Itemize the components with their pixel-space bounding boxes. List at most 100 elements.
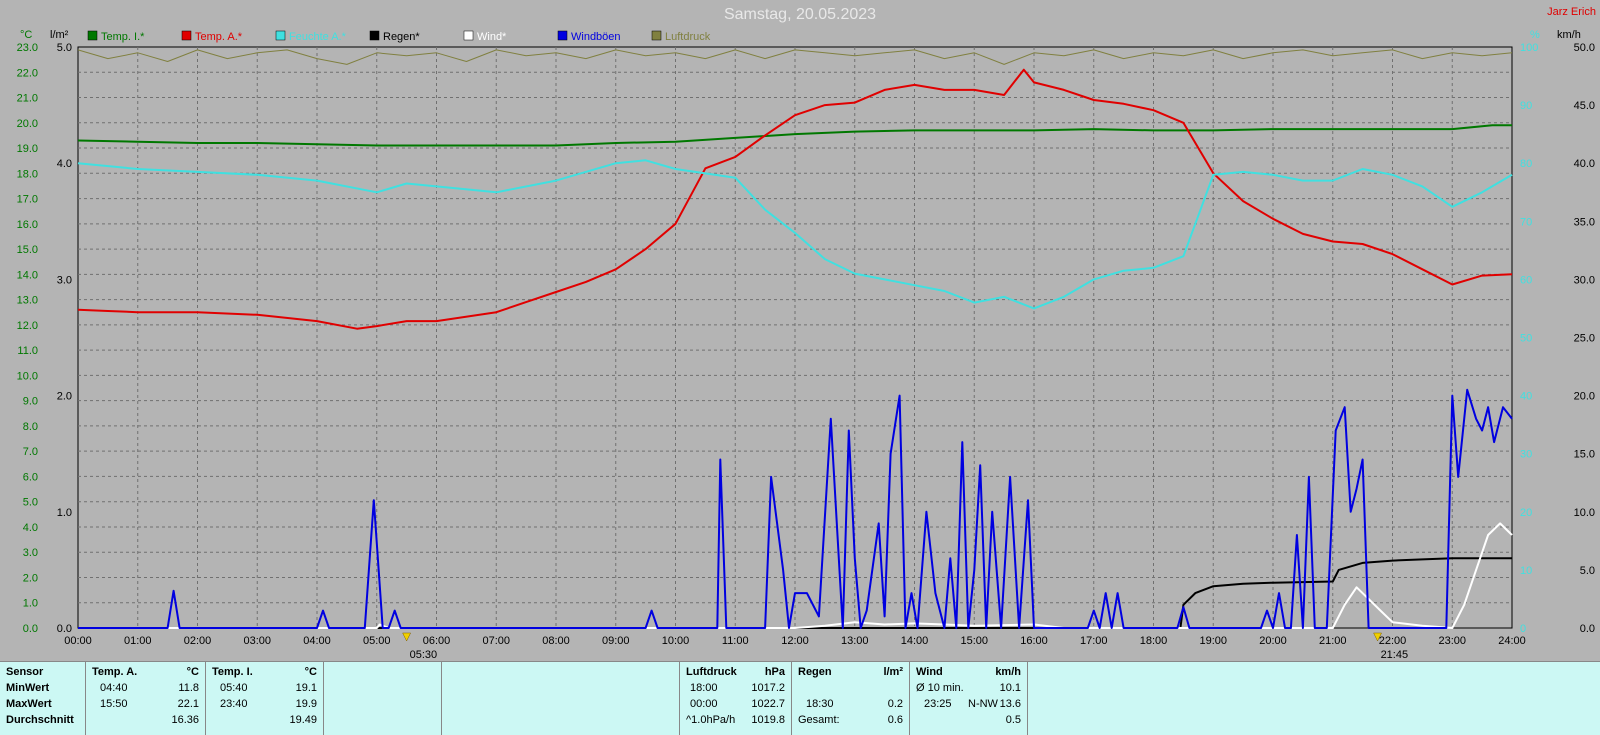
pressure-unit: hPa bbox=[764, 666, 785, 678]
legend-label-4: Wind* bbox=[477, 31, 507, 43]
temp-a-min-value: 11.8 bbox=[178, 682, 199, 694]
x-tick-label: 17:00 bbox=[1080, 635, 1108, 647]
temp-a-average: 16.36 bbox=[171, 714, 199, 726]
weather-chart: 00:00 01:00 02:00 03:00 04:00 05:00 06:00 07:00… bbox=[17, 29, 1595, 661]
x-tick-label: 21:00 bbox=[1319, 635, 1347, 647]
temp-tick-label: 9.0 bbox=[23, 396, 38, 408]
stats-col-pressure: Luftdruck hPa 18:00 1017.2 00:00 1022.7 ^1.… bbox=[680, 662, 792, 735]
temp-tick-label: 12.0 bbox=[17, 320, 38, 332]
rain-tick-label: 4.0 bbox=[57, 158, 72, 170]
pressure-average: 1019.8 bbox=[751, 714, 785, 726]
rain-tick-label: 2.0 bbox=[57, 391, 72, 403]
stats-col-sensor: Sensor MinWert MaxWert Durchschnitt bbox=[0, 662, 86, 735]
x-tick-label: 20:00 bbox=[1259, 635, 1287, 647]
temp-tick-label: 11.0 bbox=[17, 345, 38, 357]
minwert-label: MinWert bbox=[6, 682, 50, 694]
legend-swatch-0 bbox=[87, 30, 98, 41]
x-tick-label: 09:00 bbox=[602, 635, 630, 647]
humidity-tick-label: 100 bbox=[1520, 42, 1538, 54]
pressure-min-value: 1017.2 bbox=[751, 682, 785, 694]
temp-tick-label: 4.0 bbox=[23, 522, 38, 534]
humidity-tick-label: 10 bbox=[1520, 565, 1532, 577]
legend-label-0: Temp. I.* bbox=[101, 31, 145, 43]
wind-tick-label: 30.0 bbox=[1574, 274, 1595, 286]
stats-col-empty-1 bbox=[324, 662, 442, 735]
x-tick-label: 05:00 bbox=[363, 635, 391, 647]
temp-tick-label: 2.0 bbox=[23, 572, 38, 584]
x-tick-label: 04:00 bbox=[303, 635, 331, 647]
temp-tick-label: 7.0 bbox=[23, 446, 38, 458]
legend-swatch-1 bbox=[181, 30, 192, 41]
x-tick-label: 15:00 bbox=[960, 635, 988, 647]
rain-tick-label: 3.0 bbox=[57, 274, 72, 286]
temp-i-max-value: 19.9 bbox=[295, 698, 317, 710]
legend-swatch-3 bbox=[369, 30, 380, 41]
legend-label-1: Temp. A.* bbox=[195, 31, 243, 43]
wind-avg-label: Ø 10 min. bbox=[916, 682, 964, 694]
rain-tick-label: 5.0 bbox=[57, 42, 72, 54]
sunset-label: 21:45 bbox=[1381, 649, 1409, 661]
temp-tick-label: 1.0 bbox=[23, 598, 38, 610]
wind-header: Wind bbox=[916, 666, 943, 678]
temp-a-header: Temp. A. bbox=[92, 666, 138, 678]
maxwert-label: MaxWert bbox=[6, 698, 52, 710]
temp-tick-label: 5.0 bbox=[23, 497, 38, 509]
x-tick-label: 10:00 bbox=[662, 635, 690, 647]
legend-swatch-4 bbox=[463, 30, 474, 41]
rain-unit-label: l/m² bbox=[50, 29, 69, 41]
wind-tick-label: 20.0 bbox=[1574, 391, 1595, 403]
temp-i-header: Temp. I. bbox=[212, 666, 253, 678]
humidity-tick-label: 60 bbox=[1520, 274, 1532, 286]
legend-label-6: Luftdruck bbox=[665, 31, 711, 43]
wind-max-time: 23:25 bbox=[924, 698, 952, 710]
rain-tick-label: 1.0 bbox=[57, 507, 72, 519]
pressure-min-time: 18:00 bbox=[690, 682, 718, 694]
x-tick-label: 01:00 bbox=[124, 635, 152, 647]
stats-col-wind: Wind km/h Ø 10 min. 10.1 23:25 N-NW 13.6 0.5 bbox=[910, 662, 1028, 735]
stats-col-temp-i: Temp. I. °C 05:40 19.1 23:40 19.9 19.49 bbox=[206, 662, 324, 735]
pressure-trend: ^1.0hPa/h bbox=[686, 714, 736, 726]
stats-col-empty-2 bbox=[442, 662, 680, 735]
legend-swatch-6 bbox=[651, 30, 662, 41]
wind-tick-label: 0.0 bbox=[1580, 623, 1595, 635]
x-tick-label: 13:00 bbox=[841, 635, 869, 647]
temp-tick-label: 23.0 bbox=[17, 42, 38, 54]
humidity-unit-label: % bbox=[1530, 29, 1540, 41]
rain-max-time: 18:30 bbox=[806, 698, 834, 710]
legend-label-5: Windböen bbox=[571, 31, 621, 43]
humidity-tick-label: 50 bbox=[1520, 333, 1532, 345]
wind-tick-label: 15.0 bbox=[1574, 449, 1595, 461]
stats-table: Sensor MinWert MaxWert Durchschnitt Temp… bbox=[0, 661, 1600, 735]
rain-tick-label: 0.0 bbox=[57, 623, 72, 635]
humidity-tick-label: 90 bbox=[1520, 100, 1532, 112]
x-tick-label: 18:00 bbox=[1140, 635, 1168, 647]
wind-tick-label: 25.0 bbox=[1574, 333, 1595, 345]
temp-a-max-value: 22.1 bbox=[177, 698, 199, 710]
temp-tick-label: 16.0 bbox=[17, 219, 38, 231]
x-tick-label: 11:00 bbox=[722, 635, 749, 647]
temp-tick-label: 19.0 bbox=[17, 143, 38, 155]
rain-total-value: 0.6 bbox=[887, 714, 903, 726]
temp-tick-label: 15.0 bbox=[17, 244, 38, 256]
temp-tick-label: 20.0 bbox=[17, 118, 38, 130]
wind-tick-label: 35.0 bbox=[1574, 216, 1595, 228]
x-tick-label: 07:00 bbox=[482, 635, 510, 647]
wind-unit: km/h bbox=[995, 666, 1021, 678]
wind-tick-label: 40.0 bbox=[1574, 158, 1595, 170]
durchschnitt-label: Durchschnitt bbox=[6, 714, 74, 726]
sunrise-label: 05:30 bbox=[410, 649, 438, 661]
humidity-tick-label: 80 bbox=[1520, 158, 1532, 170]
sensor-header: Sensor bbox=[6, 666, 44, 678]
x-tick-label: 08:00 bbox=[542, 635, 570, 647]
temp-i-min-time: 05:40 bbox=[220, 682, 248, 694]
wind-tick-label: 5.0 bbox=[1580, 565, 1595, 577]
x-tick-label: 06:00 bbox=[423, 635, 451, 647]
legend-label-3: Regen* bbox=[383, 31, 420, 43]
wind-average: 0.5 bbox=[1005, 714, 1021, 726]
legend-label-2: Feuchte A.* bbox=[289, 31, 347, 43]
temp-tick-label: 17.0 bbox=[17, 194, 38, 206]
temp-tick-label: 22.0 bbox=[17, 67, 38, 79]
legend-swatch-5 bbox=[557, 30, 568, 41]
pressure-max-time: 00:00 bbox=[690, 698, 718, 710]
x-tick-label: 16:00 bbox=[1020, 635, 1048, 647]
